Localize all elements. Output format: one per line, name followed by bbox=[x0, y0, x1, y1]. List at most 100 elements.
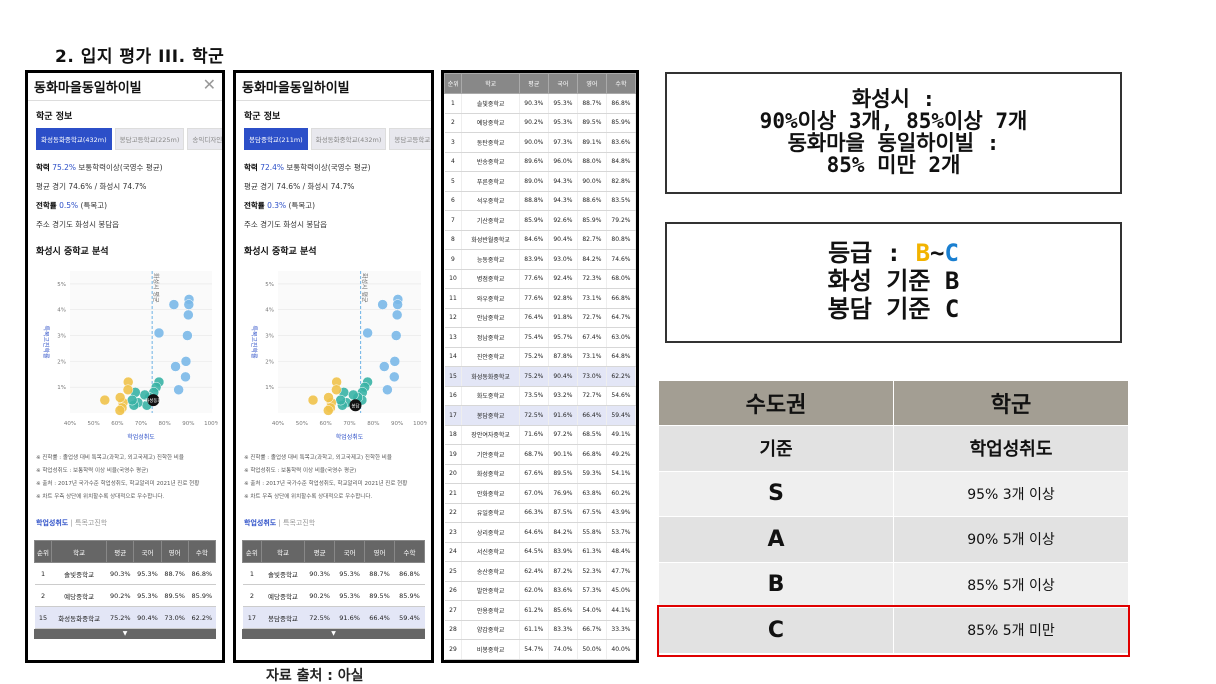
table-cell: 봉담중학교 bbox=[461, 405, 520, 426]
table-cell: 74.6% bbox=[606, 249, 636, 270]
expand-arrow-icon[interactable]: ▼ bbox=[242, 629, 425, 639]
subtab-special[interactable]: 특목고진학 bbox=[283, 519, 315, 527]
slide-title: 2. 입지 평가 III. 학군 bbox=[55, 47, 225, 67]
scatter-point[interactable] bbox=[391, 309, 403, 321]
table-cell: 72.5% bbox=[519, 405, 549, 426]
subtab-special[interactable]: 특목고진학 bbox=[75, 519, 107, 527]
scatter-point[interactable] bbox=[126, 394, 138, 406]
table-row[interactable]: 27 안용중학교 61.2% 85.6% 54.0% 44.1% bbox=[444, 600, 636, 621]
table-cell: 27 bbox=[444, 600, 463, 621]
scatter-point[interactable] bbox=[180, 356, 192, 367]
table-row[interactable]: 22 유일중학교 66.3% 87.5% 67.5% 43.9% bbox=[444, 503, 636, 523]
table-row[interactable]: 13 정남중학교 75.4% 95.7% 67.4% 63.0% bbox=[444, 327, 636, 348]
table-cell: 67.5% bbox=[577, 503, 607, 523]
table-row[interactable]: 10 병점중학교 77.6% 92.4% 72.3% 68.0% bbox=[444, 269, 636, 289]
scatter-point[interactable] bbox=[379, 361, 390, 372]
table-row[interactable]: 7 기산중학교 85.9% 92.6% 85.9% 79.2% bbox=[444, 210, 636, 231]
table-cell: 90.1% bbox=[548, 444, 578, 465]
table-row[interactable]: 11 와우중학교 77.6% 92.8% 73.1% 66.8% bbox=[444, 288, 636, 309]
table-row[interactable]: 18 장안여자중학교 71.6% 97.2% 68.5% 49.1% bbox=[444, 425, 636, 445]
scatter-point[interactable] bbox=[389, 371, 400, 383]
tab-school-2[interactable]: 화성동화중학교(432m) bbox=[310, 128, 387, 150]
scatter-point[interactable] bbox=[390, 330, 402, 341]
table-row[interactable]: 2 예당중학교 90.2% 95.3% 89.5% 85.9% bbox=[242, 584, 425, 607]
table-cell: 2 bbox=[444, 113, 463, 133]
scatter-point[interactable] bbox=[114, 405, 126, 416]
scatter-point[interactable] bbox=[348, 389, 359, 401]
table-row[interactable]: 29 비봉중학교 54.7% 74.0% 50.0% 40.0% bbox=[444, 639, 636, 660]
subtab-achievement[interactable]: 학업성취도 bbox=[244, 519, 276, 527]
scatter-point[interactable] bbox=[183, 309, 194, 321]
selected-school-label: 화성동화 bbox=[145, 397, 162, 404]
close-icon[interactable]: ✕ bbox=[203, 75, 216, 94]
table-row[interactable]: 19 기안중학교 68.7% 90.1% 66.8% 49.2% bbox=[444, 444, 636, 465]
table-row[interactable]: 4 반송중학교 89.6% 96.0% 88.0% 84.8% bbox=[444, 152, 636, 172]
table-row[interactable]: 16 화도중학교 73.5% 93.2% 72.7% 54.6% bbox=[444, 386, 636, 406]
table-row[interactable]: 2 예당중학교 90.2% 95.3% 89.5% 85.9% bbox=[444, 113, 636, 133]
scatter-point[interactable] bbox=[122, 384, 134, 396]
tab-school-1[interactable]: 화성동화중학교(432m) bbox=[36, 128, 112, 150]
scatter-point[interactable] bbox=[335, 394, 346, 406]
scatter-point[interactable] bbox=[323, 405, 334, 416]
scatter-point[interactable] bbox=[182, 330, 193, 341]
table-row[interactable]: 17 봉담중학교 72.5% 91.6% 66.4% 59.4% bbox=[444, 405, 636, 426]
subtab-achievement[interactable]: 학업성취도 bbox=[36, 519, 68, 527]
scatter-point[interactable] bbox=[114, 392, 126, 403]
scatter-point[interactable] bbox=[170, 361, 181, 372]
scatter-point[interactable] bbox=[173, 384, 184, 396]
scatter-point[interactable] bbox=[331, 384, 342, 396]
scatter-point[interactable] bbox=[307, 394, 319, 406]
table-cell: 병점중학교 bbox=[461, 269, 520, 289]
mini-header-cell: 수학 bbox=[187, 540, 217, 563]
scatter-point[interactable] bbox=[323, 392, 334, 403]
table-row[interactable]: 2 예당중학교 90.2% 95.3% 89.5% 85.9% bbox=[34, 584, 216, 607]
table-row[interactable]: 26 발안중학교 62.0% 83.6% 57.3% 45.0% bbox=[444, 581, 636, 601]
table-row[interactable]: 20 화성중학교 67.6% 89.5% 59.3% 54.1% bbox=[444, 464, 636, 484]
table-row[interactable]: 12 안남중학교 76.4% 91.8% 72.7% 64.7% bbox=[444, 308, 636, 328]
table-row[interactable]: 8 화성반월중학교 84.6% 90.4% 82.7% 80.8% bbox=[444, 230, 636, 250]
table-cell: 90.2% bbox=[519, 113, 549, 133]
scatter-point[interactable] bbox=[183, 299, 195, 310]
table-row[interactable]: 25 송산중학교 62.4% 87.2% 52.3% 47.7% bbox=[444, 561, 636, 582]
table-row[interactable]: 1 솔빛중학교 90.3% 95.3% 88.7% 86.8% bbox=[242, 562, 425, 585]
tab-school-3[interactable]: 봉담고등학교 bbox=[389, 128, 431, 150]
tab-school-1[interactable]: 봉담중학교(211m) bbox=[244, 128, 308, 150]
scatter-point[interactable] bbox=[362, 327, 373, 339]
table-row[interactable]: 24 서신중학교 64.5% 83.9% 61.3% 48.4% bbox=[444, 542, 636, 562]
table-cell: 상리중학교 bbox=[461, 522, 520, 543]
tab-school-3[interactable]: 송익디자인 bbox=[187, 128, 222, 150]
expand-arrow-icon[interactable]: ▼ bbox=[34, 629, 216, 639]
scatter-point[interactable] bbox=[153, 327, 165, 339]
table-row[interactable]: 15 화성동화중학교 75.2% 90.4% 73.0% 62.2% bbox=[34, 606, 216, 629]
table-row[interactable]: 3 동탄중학교 90.0% 97.3% 89.1% 83.6% bbox=[444, 132, 636, 153]
table-cell: 화성동화중학교 bbox=[51, 606, 107, 629]
table-cell: 15 bbox=[34, 606, 52, 629]
table-row[interactable]: 17 봉담중학교 72.5% 91.6% 66.4% 59.4% bbox=[242, 606, 425, 629]
scatter-point[interactable] bbox=[168, 299, 180, 310]
scatter-point[interactable] bbox=[389, 356, 401, 367]
tab-school-2[interactable]: 봉담고등학교(225m) bbox=[114, 128, 185, 150]
transfer-value: 0.3% bbox=[267, 201, 287, 210]
x-tick-label: 100% bbox=[413, 421, 427, 427]
y-tick-label: 1% bbox=[57, 385, 66, 391]
transfer-desc: (특목고) bbox=[80, 201, 108, 210]
table-row[interactable]: 9 능동중학교 83.9% 93.0% 84.2% 74.6% bbox=[444, 249, 636, 270]
scatter-point[interactable] bbox=[392, 299, 403, 310]
table-row[interactable]: 6 석우중학교 88.8% 94.3% 88.6% 83.5% bbox=[444, 191, 636, 211]
table-row[interactable]: 14 진안중학교 75.2% 87.8% 73.1% 64.8% bbox=[444, 347, 636, 367]
scatter-point[interactable] bbox=[180, 371, 191, 383]
table-row[interactable]: 21 안화중학교 67.0% 76.9% 63.8% 60.2% bbox=[444, 483, 636, 504]
table-row[interactable]: 15 화성동화중학교 75.2% 90.4% 73.0% 62.2% bbox=[444, 366, 636, 387]
table-row[interactable]: 1 솔빛중학교 90.3% 95.3% 88.7% 86.8% bbox=[34, 562, 216, 585]
table-row[interactable]: 23 상리중학교 64.6% 84.2% 55.8% 53.7% bbox=[444, 522, 636, 543]
table-row[interactable]: 1 솔빛중학교 90.3% 95.3% 88.7% 86.8% bbox=[444, 93, 636, 114]
y-axis-label: 특목고진학률 bbox=[42, 325, 50, 359]
grade-cell: S bbox=[658, 470, 894, 517]
scatter-point[interactable] bbox=[382, 384, 393, 396]
scatter-point[interactable] bbox=[377, 299, 388, 310]
scatter-point[interactable] bbox=[99, 394, 111, 406]
table-cell: 87.2% bbox=[548, 561, 578, 582]
mini-header-cell: 순위 bbox=[33, 540, 53, 563]
table-row[interactable]: 28 양감중학교 61.1% 83.3% 66.7% 33.3% bbox=[444, 620, 636, 640]
table-row[interactable]: 5 푸른중학교 89.0% 94.3% 90.0% 82.8% bbox=[444, 171, 636, 192]
